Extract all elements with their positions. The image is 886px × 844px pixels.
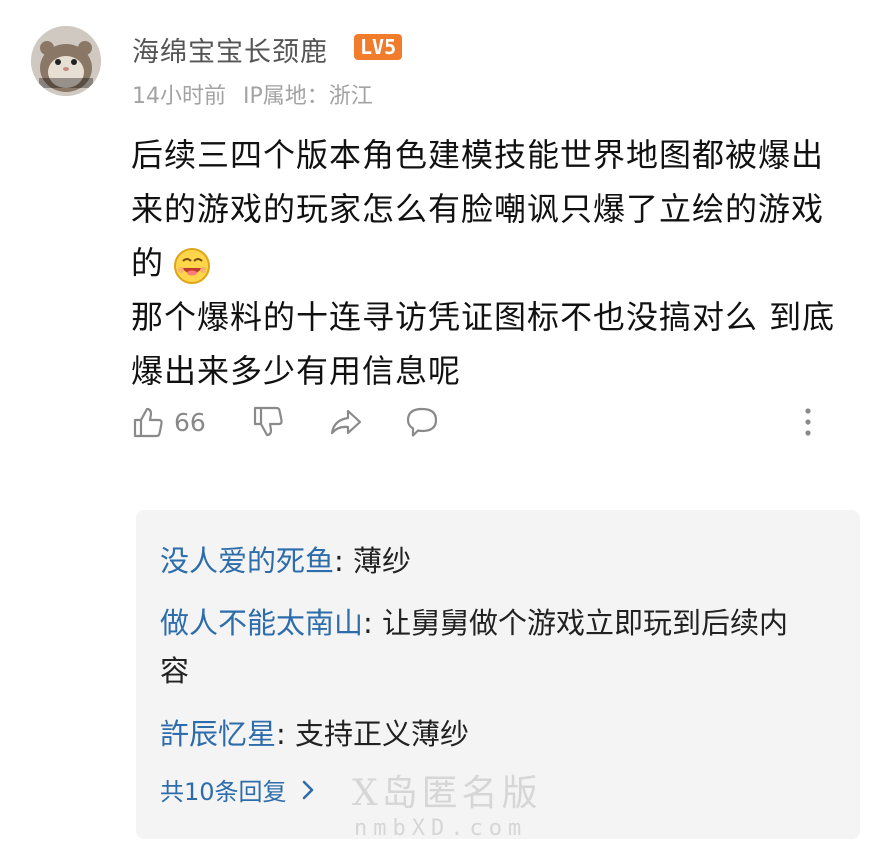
chevron-right-icon — [302, 780, 313, 799]
watermark-url: nmbXD.com — [354, 816, 528, 841]
comment-line-with-emoji: 的 — [131, 236, 861, 290]
comment-line: 后续三四个版本角色建模技能世界地图都被爆出 — [131, 136, 825, 174]
avatar[interactable] — [31, 26, 101, 96]
reply-item[interactable]: 没人爱的死鱼: 薄纱 — [160, 537, 800, 585]
watermark-title: X岛匿名版 — [352, 773, 542, 814]
level-badge: LV5 — [354, 34, 403, 60]
thumbs-up-icon — [133, 407, 163, 438]
hamster-avatar-icon — [31, 26, 101, 96]
comment-actions: 66 — [130, 404, 830, 448]
comment-line: 爆出来多少有用信息呢 — [131, 352, 462, 390]
reply-separator: : — [334, 544, 354, 578]
timestamp: 14小时前 — [132, 84, 226, 109]
view-all-replies-link[interactable]: 共10条回复 — [160, 772, 315, 807]
watermark: X岛匿名版 nmbXD.com — [352, 772, 542, 841]
ip-location: IP属地：浙江 — [243, 84, 373, 109]
comment-bubble-icon — [406, 407, 438, 437]
reply-author[interactable]: 許辰忆星 — [160, 717, 276, 751]
more-replies-label: 共10条回复 — [160, 778, 287, 806]
more-options-button[interactable] — [790, 404, 826, 440]
reply-button[interactable] — [404, 404, 440, 440]
share-icon — [330, 409, 362, 435]
thumbs-down-icon — [253, 406, 283, 437]
share-button[interactable] — [328, 404, 364, 440]
reply-author[interactable]: 做人不能太南山 — [160, 606, 363, 640]
comment-line: 那个爆料的十连寻访凭证图标不也没搞对么 到底 — [131, 298, 836, 336]
username[interactable]: 海绵宝宝长颈鹿 — [132, 30, 328, 69]
reply-separator: : — [363, 606, 383, 640]
like-button[interactable]: 66 — [130, 404, 206, 440]
dislike-button[interactable] — [250, 404, 286, 440]
reply-item[interactable]: 做人不能太南山: 让舅舅做个游戏立即玩到后续内容 — [160, 599, 800, 695]
grinning-face-emoji-icon — [172, 245, 212, 285]
comment-meta: 14小时前 IP属地：浙江 — [132, 78, 373, 110]
reply-item[interactable]: 許辰忆星: 支持正义薄纱 — [160, 710, 800, 758]
like-count: 66 — [174, 407, 206, 437]
reply-text: 支持正义薄纱 — [295, 717, 470, 751]
comment-body: 后续三四个版本角色建模技能世界地图都被爆出 来的游戏的玩家怎么有脸嘲讽只爆了立绘… — [131, 128, 861, 398]
reply-author[interactable]: 没人爱的死鱼 — [160, 544, 334, 578]
comment-line: 的 — [131, 244, 165, 282]
more-vertical-icon — [805, 408, 811, 436]
reply-text: 薄纱 — [353, 544, 412, 578]
comment-line: 来的游戏的玩家怎么有脸嘲讽只爆了立绘的游戏 — [131, 190, 825, 228]
reply-separator: : — [276, 717, 296, 751]
